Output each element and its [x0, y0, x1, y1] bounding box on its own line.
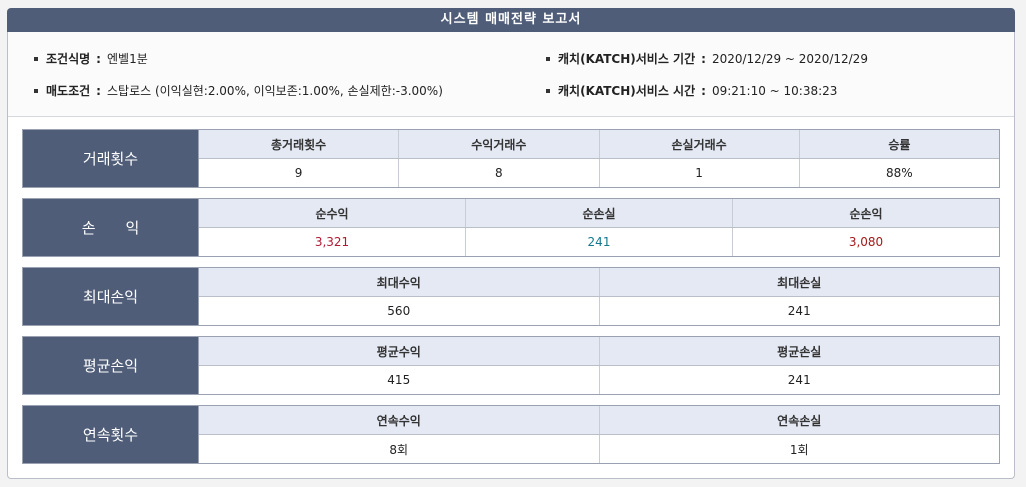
max-grid: 최대수익 최대손실 560 241 — [199, 268, 999, 325]
loss-trades-header: 손실거래수 — [600, 130, 800, 158]
total-trades-header: 총거래횟수 — [199, 130, 400, 158]
max-loss-value: 241 — [787, 304, 811, 318]
report-panel: 조건식명: 엔벨1분 매도조건: 스탑로스 (이익실현:2.00%, 이익보존:1.… — [7, 32, 1015, 479]
bullet-icon — [34, 56, 38, 61]
trades-header-row: 총거래횟수 수익거래수 손실거래수 승률 — [199, 130, 999, 159]
formula-label: 조건식명 — [46, 52, 91, 66]
separator: : — [701, 84, 706, 98]
info-sell-condition: 매도조건: 스탑로스 (이익실현:2.00%, 이익보존:1.00%, 손실제한:… — [34, 82, 443, 100]
pnl-header-row: 순수익 순손실 순손익 — [199, 199, 999, 228]
avg-grid: 평균수익 평균손실 415 241 — [199, 337, 999, 394]
period-label: 캐치(KATCH)서비스 기간 — [558, 52, 696, 66]
streak-loss-header: 연속손실 — [777, 413, 822, 428]
streak-title: 연속횟수 — [23, 406, 199, 463]
streak-header-row: 연속수익 연속손실 — [199, 406, 999, 435]
separator: : — [701, 52, 706, 66]
avg-profit-value: 415 — [199, 366, 600, 394]
streak-grid: 연속수익 연속손실 8회 1회 — [199, 406, 999, 463]
bullet-icon — [546, 56, 550, 61]
profit-trades-value: 8 — [399, 159, 600, 187]
net-pnl-value: 3,080 — [848, 235, 884, 249]
win-rate-header: 승률 — [888, 137, 911, 152]
report-title: 시스템 매매전략 보고서 — [7, 8, 1015, 32]
net-loss-header: 순손실 — [466, 199, 733, 227]
separator: : — [96, 84, 101, 98]
period-value: 2020/12/29 ~ 2020/12/29 — [711, 52, 868, 66]
time-value: 09:21:10 ~ 10:38:23 — [711, 84, 838, 98]
avg-loss-header: 평균손실 — [777, 344, 822, 359]
trades-value-row: 9 8 1 88% — [199, 159, 999, 187]
pnl-value-row: 3,321 241 3,080 — [199, 228, 999, 256]
net-profit-value: 3,321 — [199, 228, 466, 256]
time-label: 캐치(KATCH)서비스 시간 — [558, 84, 696, 98]
pnl-title: 손 익 — [23, 199, 199, 256]
net-pnl-header: 순손익 — [849, 206, 883, 221]
max-profit-header: 최대수익 — [199, 268, 600, 296]
max-value-row: 560 241 — [199, 297, 999, 325]
streak-profit-value: 8회 — [199, 435, 600, 463]
avg-section: 평균손익 평균수익 평균손실 415 241 — [22, 336, 1000, 395]
max-profit-value: 560 — [199, 297, 600, 325]
trades-section: 거래횟수 총거래횟수 수익거래수 손실거래수 승률 9 8 1 88% — [22, 129, 1000, 188]
total-trades-value: 9 — [199, 159, 400, 187]
pnl-section: 손 익 순수익 순손실 순손익 3,321 241 3,080 — [22, 198, 1000, 257]
info-formula: 조건식명: 엔벨1분 — [34, 50, 148, 68]
net-profit-header: 순수익 — [199, 199, 466, 227]
streak-value-row: 8회 1회 — [199, 435, 999, 463]
streak-section: 연속횟수 연속수익 연속손실 8회 1회 — [22, 405, 1000, 464]
info-section: 조건식명: 엔벨1분 매도조건: 스탑로스 (이익실현:2.00%, 이익보존:1.… — [8, 32, 1014, 117]
sell-label: 매도조건 — [46, 84, 91, 98]
streak-loss-value: 1회 — [789, 442, 809, 457]
loss-trades-value: 1 — [600, 159, 800, 187]
avg-title: 평균손익 — [23, 337, 199, 394]
streak-profit-header: 연속수익 — [199, 406, 600, 434]
sell-value: 스탑로스 (이익실현:2.00%, 이익보존:1.00%, 손실제한:-3.00… — [106, 84, 443, 98]
trades-title: 거래횟수 — [23, 130, 199, 187]
formula-value: 엔벨1분 — [106, 52, 148, 66]
pnl-grid: 순수익 순손실 순손익 3,321 241 3,080 — [199, 199, 999, 256]
bullet-icon — [34, 88, 38, 93]
info-period: 캐치(KATCH)서비스 기간:2020/12/29 ~ 2020/12/29 — [546, 50, 868, 68]
max-title: 최대손익 — [23, 268, 199, 325]
avg-loss-value: 241 — [787, 373, 811, 387]
avg-header-row: 평균수익 평균손실 — [199, 337, 999, 366]
win-rate-value: 88% — [886, 166, 913, 180]
net-loss-value: 241 — [466, 228, 733, 256]
avg-profit-header: 평균수익 — [199, 337, 600, 365]
separator: : — [96, 52, 101, 66]
avg-value-row: 415 241 — [199, 366, 999, 394]
max-loss-header: 최대손실 — [777, 275, 822, 290]
max-section: 최대손익 최대수익 최대손실 560 241 — [22, 267, 1000, 326]
bullet-icon — [546, 88, 550, 93]
max-header-row: 최대수익 최대손실 — [199, 268, 999, 297]
profit-trades-header: 수익거래수 — [399, 130, 600, 158]
trades-grid: 총거래횟수 수익거래수 손실거래수 승률 9 8 1 88% — [199, 130, 999, 187]
info-time: 캐치(KATCH)서비스 시간:09:21:10 ~ 10:38:23 — [546, 82, 837, 100]
